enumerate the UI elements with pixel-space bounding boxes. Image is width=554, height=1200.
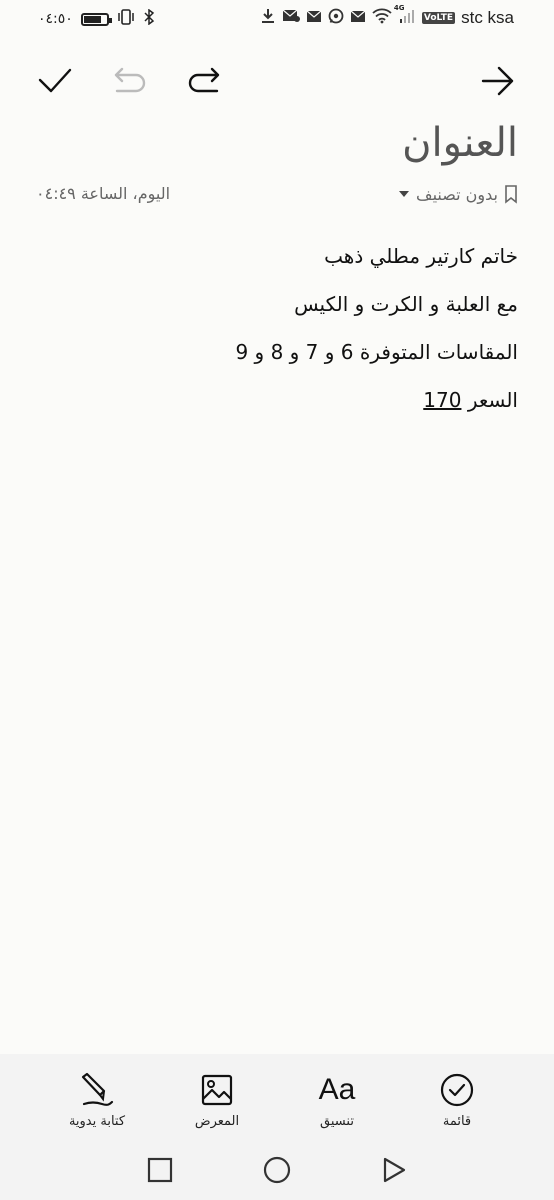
gallery-label: المعرض xyxy=(194,1114,240,1129)
price-value: 170 xyxy=(423,388,462,412)
carrier-name: stc ksa xyxy=(461,8,514,27)
undo-button[interactable] xyxy=(106,55,154,107)
handwriting-button[interactable]: كتابة يدوية xyxy=(42,1068,152,1129)
status-left: ٠٤:٥٠ xyxy=(38,8,155,29)
handwriting-label: كتابة يدوية xyxy=(68,1114,126,1129)
note-datetime: اليوم، الساعة ٠٤:٤٩ xyxy=(36,184,171,203)
image-icon xyxy=(201,1074,233,1106)
mail-notification-icon xyxy=(282,9,300,27)
redo-icon xyxy=(188,67,220,93)
system-nav-bar xyxy=(0,1150,554,1190)
status-time: ٠٤:٥٠ xyxy=(38,11,73,27)
check-icon xyxy=(38,68,72,93)
signal-icon: 4G xyxy=(394,4,416,27)
text-format-icon: Aa xyxy=(318,1073,356,1106)
price-label: السعر xyxy=(467,388,518,412)
circle-icon xyxy=(263,1156,291,1184)
category-selector[interactable]: بدون تصنيف xyxy=(398,184,518,204)
network-type: 4G xyxy=(393,4,405,12)
download-icon xyxy=(260,8,276,28)
whatsapp-icon xyxy=(328,8,344,28)
note-price-line: السعر 170 xyxy=(38,376,518,424)
status-bar: ٠٤:٥٠ 4G VoLTE stc ksa xyxy=(0,0,554,38)
battery-icon xyxy=(80,12,112,26)
category-label: بدون تصنيف xyxy=(416,184,498,204)
note-title[interactable]: العنوان xyxy=(402,120,518,166)
square-icon xyxy=(147,1157,173,1183)
dropdown-arrow-icon xyxy=(399,191,410,197)
format-button[interactable]: Aa تنسيق xyxy=(282,1068,392,1129)
editor-toolbar xyxy=(0,55,554,107)
back-button[interactable] xyxy=(474,55,522,107)
wifi-icon xyxy=(372,8,392,28)
mail-icon xyxy=(306,10,322,27)
triangle-back-icon xyxy=(383,1157,406,1183)
format-label: تنسيق xyxy=(320,1114,354,1129)
save-button[interactable] xyxy=(31,55,79,107)
mail-icon-2 xyxy=(350,10,366,27)
pen-icon xyxy=(81,1072,114,1106)
note-line: مع العلبة و الكرت و الكيس xyxy=(294,292,518,316)
list-label: قائمة xyxy=(442,1114,472,1129)
checklist-icon xyxy=(440,1073,474,1107)
note-meta: بدون تصنيف اليوم، الساعة ٠٤:٤٩ xyxy=(36,184,518,210)
volte-badge: VoLTE xyxy=(421,12,456,24)
recents-button[interactable] xyxy=(138,1150,182,1190)
list-button[interactable]: قائمة xyxy=(402,1068,512,1129)
vibrate-icon xyxy=(117,9,135,29)
redo-button[interactable] xyxy=(180,55,228,107)
gallery-button[interactable]: المعرض xyxy=(162,1068,272,1129)
note-line: خاتم كارتير مطلي ذهب xyxy=(324,244,518,268)
bookmark-icon xyxy=(505,185,517,204)
note-body[interactable]: خاتم كارتير مطلي ذهب مع العلبة و الكرت و… xyxy=(38,232,518,424)
back-nav-button[interactable] xyxy=(372,1150,416,1190)
home-button[interactable] xyxy=(255,1150,299,1190)
arrow-icon xyxy=(481,66,514,96)
note-line: المقاسات المتوفرة 6 و 7 و 8 و 9 xyxy=(235,340,518,364)
undo-icon xyxy=(114,67,146,93)
bluetooth-icon xyxy=(143,8,155,29)
status-right: 4G VoLTE stc ksa xyxy=(260,4,514,28)
